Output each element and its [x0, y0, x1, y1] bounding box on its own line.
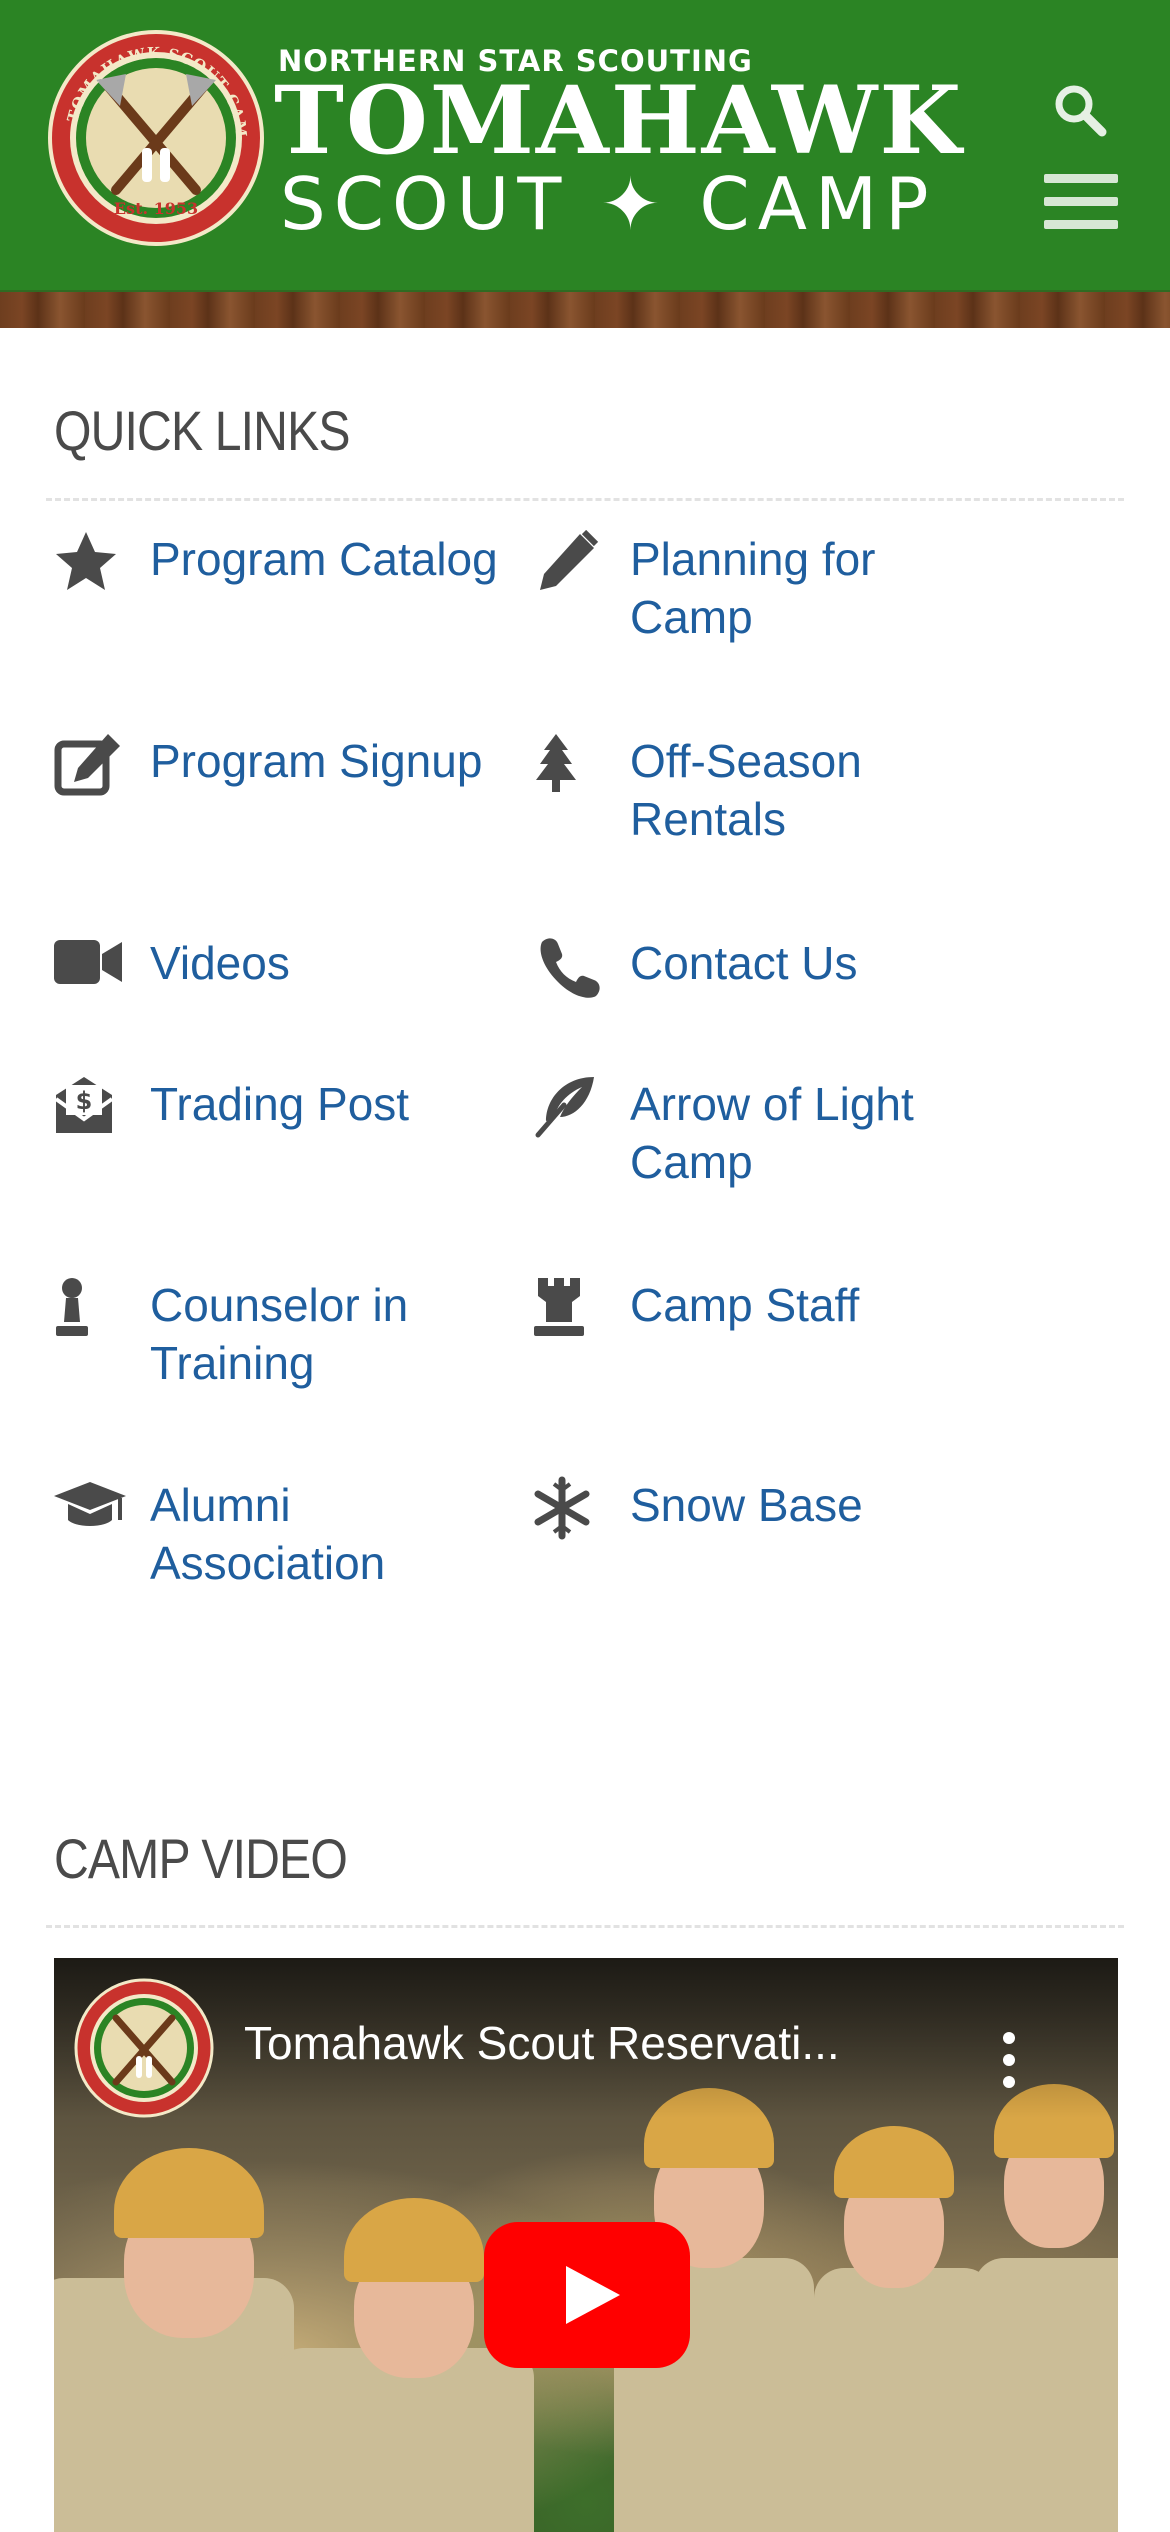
quick-link-label[interactable]: Alumni Association: [150, 1476, 530, 1592]
scene-scout-5: [974, 2258, 1118, 2532]
quick-link-label[interactable]: Camp Staff: [630, 1276, 1010, 1334]
camp-video-divider: [46, 1925, 1124, 1928]
search-icon[interactable]: [1052, 82, 1108, 138]
quick-link-label[interactable]: Counselor in Training: [150, 1276, 530, 1392]
brand-sub-title: SCOUT ✦ CAMP: [280, 162, 937, 246]
hamburger-icon[interactable]: [1040, 170, 1120, 234]
site-header: Est. 1953 TOMAHAWK SCOUT CAMP NORTHERN S…: [0, 0, 1170, 290]
chess-pawn-icon: [56, 1278, 88, 1336]
scene-helmet-1: [114, 2148, 264, 2238]
pencil-icon: [540, 530, 599, 590]
edit-icon: [54, 734, 120, 796]
quick-links-heading: QUICK LINKS: [54, 399, 350, 462]
chess-rook-icon: [534, 1278, 584, 1336]
quick-links-divider: [46, 498, 1124, 501]
phone-icon: [540, 938, 600, 998]
quick-link-label[interactable]: Snow Base: [630, 1476, 1010, 1534]
channel-avatar[interactable]: [74, 1978, 214, 2118]
quick-link-label[interactable]: Off-Season Rentals: [630, 732, 1010, 848]
quick-link-label[interactable]: Trading Post: [150, 1075, 530, 1133]
youtube-video-embed[interactable]: Tomahawk Scout Reservati...: [54, 1958, 1118, 2532]
scene-scout-4: [814, 2268, 994, 2532]
money-envelope-icon: $: [54, 1077, 114, 1133]
quick-link-label[interactable]: Videos: [150, 934, 530, 992]
quick-link-label[interactable]: Program Catalog: [150, 530, 530, 588]
snowflake-icon: [534, 1476, 590, 1540]
logo-est-text: Est. 1953: [114, 199, 198, 218]
video-title[interactable]: Tomahawk Scout Reservati...: [244, 2016, 944, 2070]
quick-link-label[interactable]: Program Signup: [150, 732, 530, 790]
tree-icon: [536, 734, 576, 792]
wood-trim-band: [0, 290, 1170, 328]
scene-helmet-4: [834, 2126, 954, 2198]
camp-logo-badge[interactable]: Est. 1953 TOMAHAWK SCOUT CAMP: [46, 28, 266, 248]
more-vertical-icon[interactable]: [994, 2030, 1024, 2090]
graduation-cap-icon: [54, 1482, 126, 1526]
quick-link-label[interactable]: Planning for Camp: [630, 530, 1010, 646]
star-icon: [56, 532, 116, 590]
feather-icon: [535, 1077, 594, 1138]
youtube-play-icon[interactable]: [484, 2222, 690, 2368]
quick-link-label[interactable]: Contact Us: [630, 934, 1010, 992]
quick-link-label[interactable]: Arrow of Light Camp: [630, 1075, 1010, 1191]
video-camera-icon: [54, 940, 122, 984]
scene-helmet-2: [344, 2198, 484, 2282]
brand-main-title: TOMAHAWK: [274, 66, 964, 176]
camp-video-heading: CAMP VIDEO: [54, 1827, 348, 1890]
svg-text:$: $: [76, 1087, 93, 1115]
